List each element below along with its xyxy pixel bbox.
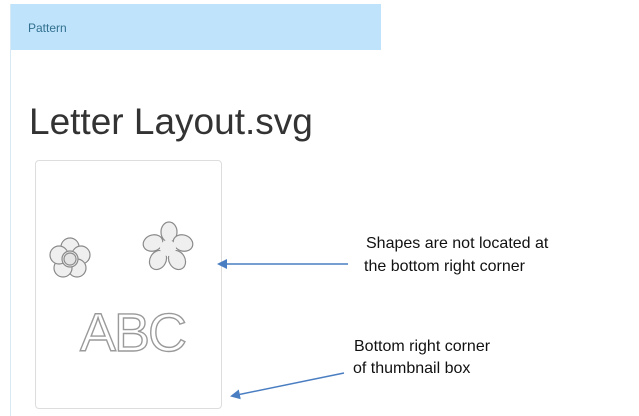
annotation-corner-line1: Bottom right corner [354, 338, 491, 355]
arrow-to-corner [230, 372, 345, 400]
annotation-arrows [217, 259, 348, 400]
annotation-corner-line2: of thumbnail box [353, 360, 471, 377]
annotation-shapes-line2: the bottom right corner [364, 258, 525, 275]
page: Pattern Letter Layout.svg ABC Shapes are… [0, 0, 639, 416]
annotation-shapes-line1: Shapes are not located at [366, 235, 549, 252]
